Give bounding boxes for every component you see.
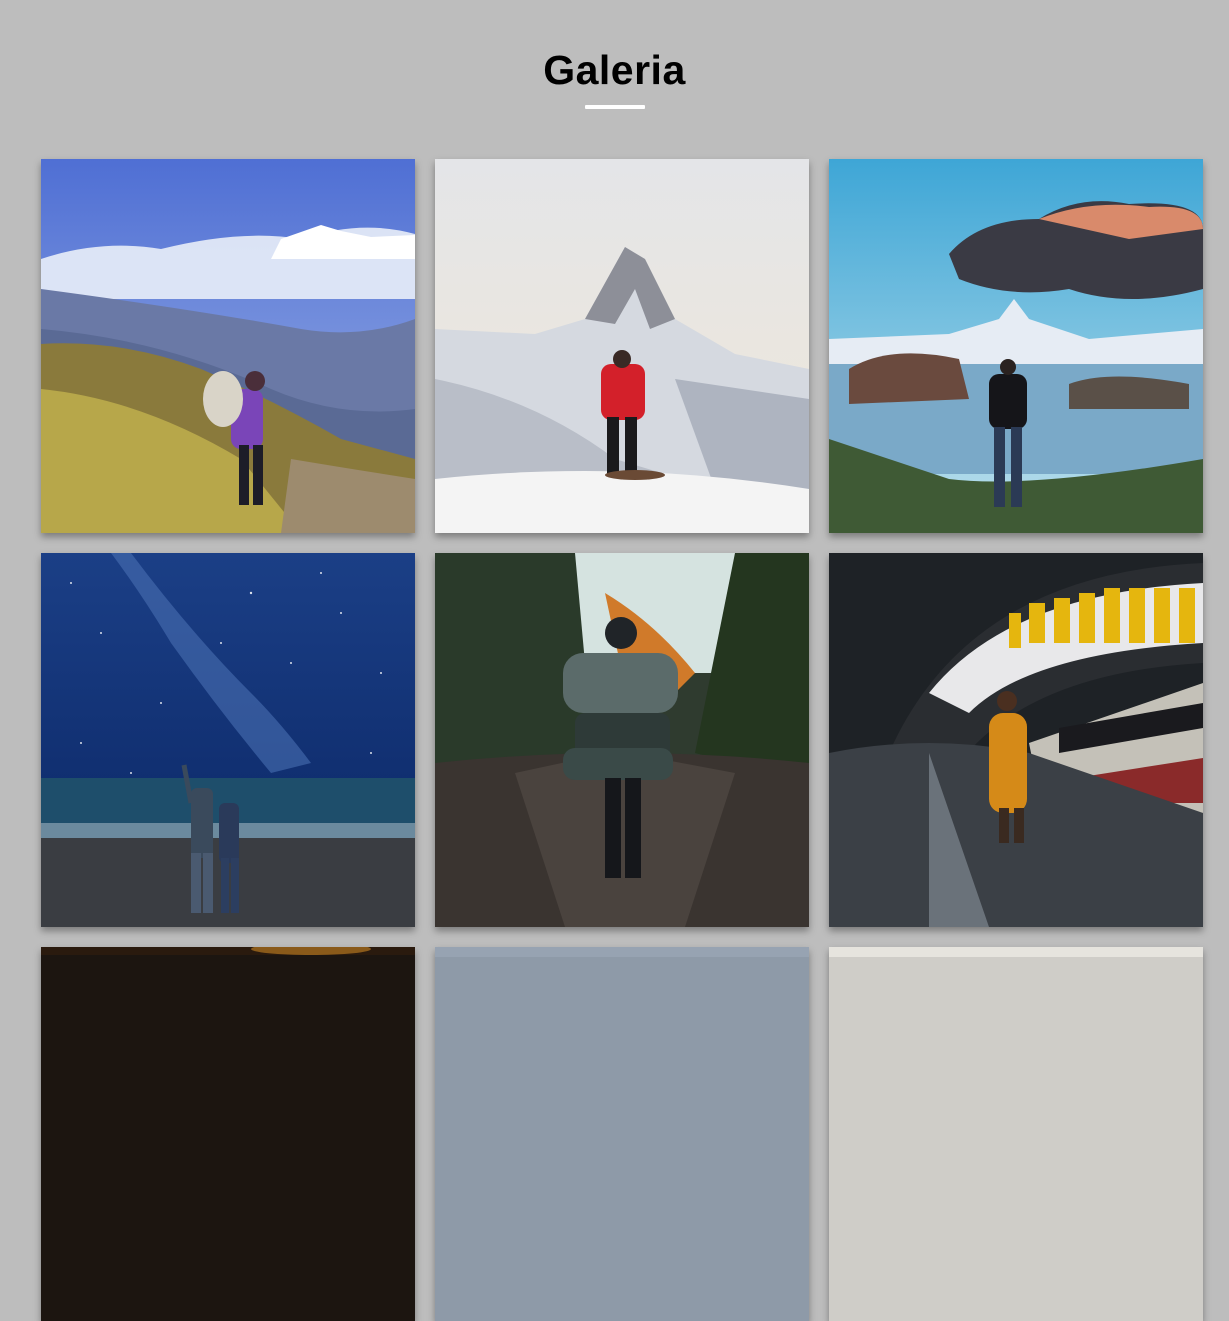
gallery-image-row3-left[interactable] [41,947,415,1321]
stargazing-beach-photo [41,553,415,927]
gallery-image-lake-reflection[interactable] [829,159,1203,533]
red-jacket-matterhorn-photo [435,159,809,533]
gallery-image-red-jacket-matterhorn[interactable] [435,159,809,533]
photo-row3-left [41,947,415,1321]
monk-train-station-photo [829,553,1203,927]
photo-row3-right [829,947,1203,1321]
gallery-image-hiker-himalaya[interactable] [41,159,415,533]
gallery-image-stargazing-beach[interactable] [41,553,415,927]
page-title: Galeria [543,47,686,93]
gallery-image-row3-right[interactable] [829,947,1203,1321]
photo-row3-middle [435,947,809,1321]
lake-reflection-matterhorn-photo [829,159,1203,533]
backpacker-forest-trail-photo [435,553,809,927]
gallery-header: Galeria [0,44,1229,109]
gallery-image-forest-backpacker[interactable] [435,553,809,927]
title-underline [584,105,645,109]
gallery-image-row3-middle[interactable] [435,947,809,1321]
gallery-image-monk-train-station[interactable] [829,553,1203,927]
hiker-himalaya-photo [41,159,415,533]
